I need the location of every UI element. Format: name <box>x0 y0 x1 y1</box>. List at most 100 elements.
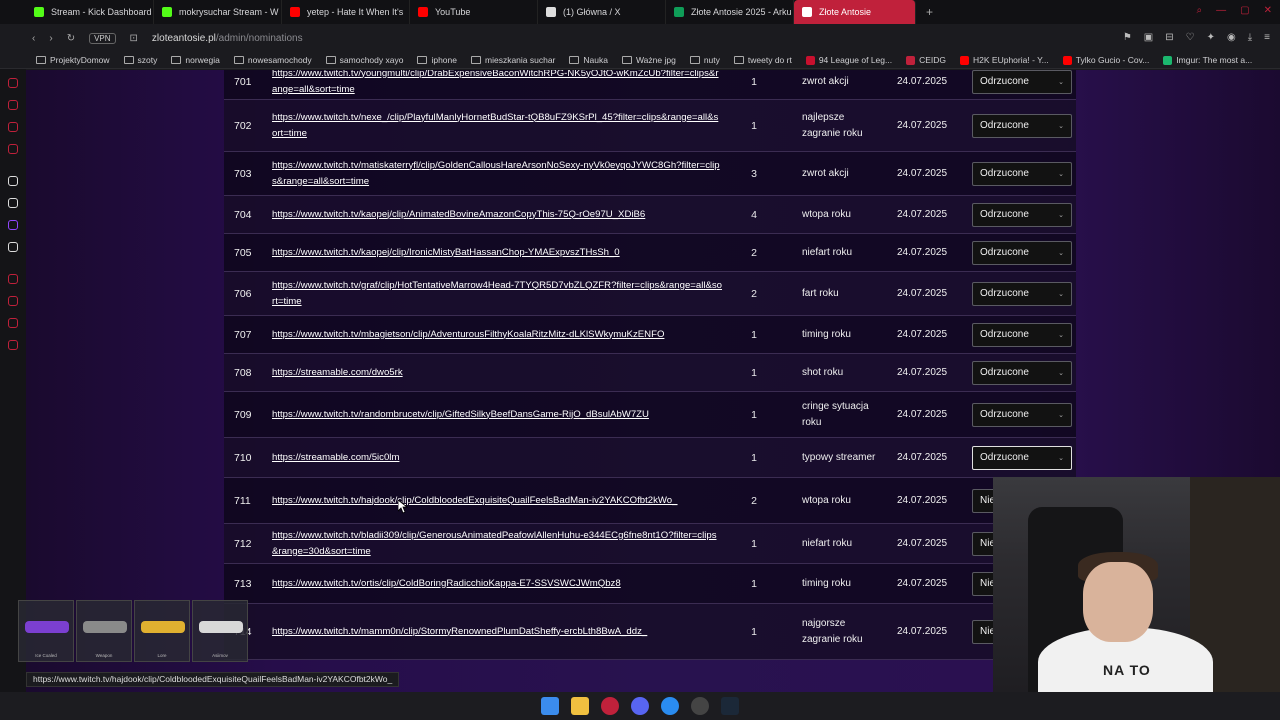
clip-link[interactable]: https://www.twitch.tv/bladii309/clip/Gen… <box>272 528 722 560</box>
clip-link[interactable]: https://www.twitch.tv/hajdook/clip/Coldb… <box>272 493 722 509</box>
status-select[interactable]: Odrzucone ⌄ <box>972 113 1072 138</box>
table-row: 708 https://streamable.com/dwo5rk 1 shot ro… <box>224 354 1076 392</box>
clip-link[interactable]: https://www.twitch.tv/mbagietson/clip/Ad… <box>272 327 722 343</box>
screenshot-icon[interactable]: ▣ <box>1144 32 1153 43</box>
status-select[interactable]: Odrzucone ⌄ <box>972 161 1072 186</box>
close-icon[interactable]: ✕ <box>1264 5 1272 16</box>
row-id: 704 <box>234 208 252 221</box>
obs-icon[interactable] <box>691 697 709 715</box>
category: niefart roku <box>802 537 853 549</box>
tab[interactable]: (1) Główna / X <box>538 0 666 24</box>
sidebar-icon[interactable] <box>8 122 18 132</box>
bookmark[interactable]: iphone <box>417 55 457 65</box>
menu-icon[interactable]: ≡ <box>1264 32 1270 43</box>
pin-icon[interactable]: ⊟ <box>1165 32 1173 43</box>
reload-icon[interactable]: ↻ <box>67 33 75 44</box>
minimize-icon[interactable]: — <box>1216 5 1226 16</box>
status-select[interactable]: Odrzucone ⌄ <box>972 70 1072 94</box>
bookmark[interactable]: samochody xayo <box>325 55 403 65</box>
category: timing roku <box>802 577 851 589</box>
search-icon[interactable]: ⌕ <box>1197 5 1203 16</box>
sidebar-icon[interactable] <box>8 144 18 154</box>
tab[interactable]: mokrysuchar Stream - W <box>154 0 282 24</box>
extensions-icon[interactable]: ✦ <box>1207 32 1215 43</box>
bookmark[interactable]: 94 League of Leg... <box>805 55 892 65</box>
forward-icon[interactable]: › <box>49 33 52 44</box>
sidebar-icon[interactable] <box>8 274 18 284</box>
votes-count: 1 <box>751 537 757 550</box>
clip-link[interactable]: https://www.twitch.tv/nexe_/clip/Playful… <box>272 110 722 142</box>
bookmark[interactable]: Ważne jpg <box>621 55 676 65</box>
status-select[interactable]: Odrzucone ⌄ <box>972 402 1072 427</box>
vpn-badge[interactable]: VPN <box>89 32 116 44</box>
skin-card: Asiimov <box>192 600 248 662</box>
clip-link[interactable]: https://www.twitch.tv/youngmulti/clip/Dr… <box>272 70 722 98</box>
maximize-icon[interactable]: ▢ <box>1240 5 1249 16</box>
clip-link[interactable]: https://www.twitch.tv/randombrucetv/clip… <box>272 407 722 423</box>
twitch-icon[interactable] <box>8 220 18 230</box>
back-icon[interactable]: ‹ <box>32 33 35 44</box>
status-select[interactable]: Odrzucone ⌄ <box>972 240 1072 265</box>
bookmark-icon[interactable]: ⚑ <box>1123 32 1132 43</box>
bookmark[interactable]: Tylko Gucio - Cov... <box>1062 55 1149 65</box>
bookmark[interactable]: szoty <box>123 55 157 65</box>
status-select[interactable]: Odrzucone ⌄ <box>972 322 1072 347</box>
download-icon[interactable]: ⤓ <box>1248 32 1252 43</box>
new-tab-button[interactable]: + <box>916 5 943 19</box>
table-row: 713 https://www.twitch.tv/ortis/clip/Cold… <box>224 564 1076 604</box>
clip-link[interactable]: https://www.twitch.tv/graf/clip/HotTenta… <box>272 278 722 310</box>
tab-active[interactable]: Złote Antosie <box>794 0 916 24</box>
status-label: Odrzucone <box>980 288 1029 299</box>
bookmark[interactable]: nuty <box>689 55 720 65</box>
sidebar-icon[interactable] <box>8 296 18 306</box>
clip-link[interactable]: https://streamable.com/dwo5rk <box>272 365 722 381</box>
category: zwrot akcji <box>802 75 849 87</box>
bookmark[interactable]: mieszkania suchar <box>471 55 555 65</box>
sidebar-icon[interactable] <box>8 198 18 208</box>
discord-icon[interactable] <box>631 697 649 715</box>
security-icon[interactable]: ⊡ <box>130 33 138 44</box>
x-icon[interactable] <box>8 242 18 252</box>
tab[interactable]: yetep - Hate It When It's <box>282 0 410 24</box>
status-select[interactable]: Odrzucone ⌄ <box>972 445 1072 470</box>
windows-start-icon[interactable] <box>541 697 559 715</box>
bookmark[interactable]: CEIDG <box>906 55 946 65</box>
browser-side-rail <box>0 0 26 692</box>
bookmark[interactable]: tweety do rt <box>733 55 792 65</box>
settings-icon[interactable] <box>8 340 18 350</box>
bookmark[interactable]: Imgur: The most a... <box>1163 55 1252 65</box>
bookmark[interactable]: ProjektyDomow <box>36 55 110 65</box>
status-select[interactable]: Odrzucone ⌄ <box>972 281 1072 306</box>
tab[interactable]: Złote Antosie 2025 - Arku <box>666 0 794 24</box>
clip-link[interactable]: https://www.twitch.tv/mamm0n/clip/Stormy… <box>272 624 722 640</box>
status-label: Odrzucone <box>980 209 1029 220</box>
date: 24.07.2025 <box>896 247 948 258</box>
opera-gx-icon[interactable] <box>601 697 619 715</box>
clip-link[interactable]: https://www.twitch.tv/kaopej/clip/Animat… <box>272 207 722 223</box>
table-row: 703 https://www.twitch.tv/matiskaterryfl/… <box>224 152 1076 196</box>
clip-link[interactable]: https://streamable.com/5ic0lm <box>272 450 722 466</box>
bookmark[interactable]: norwegia <box>171 55 220 65</box>
sidebar-icon[interactable] <box>8 100 18 110</box>
status-select[interactable]: Odrzucone ⌄ <box>972 360 1072 385</box>
folder-icon <box>233 56 244 64</box>
heart-icon[interactable]: ♡ <box>1186 32 1195 43</box>
status-select[interactable]: Odrzucone ⌄ <box>972 202 1072 227</box>
file-explorer-icon[interactable] <box>571 697 589 715</box>
clip-link[interactable]: https://www.twitch.tv/ortis/clip/ColdBor… <box>272 576 722 592</box>
bookmark[interactable]: H2K EUphoria! - Y... <box>960 55 1049 65</box>
clip-link[interactable]: https://www.twitch.tv/matiskaterryfl/cli… <box>272 158 722 190</box>
sidebar-icon[interactable] <box>8 318 18 328</box>
bookmark[interactable]: Nauka <box>569 55 608 65</box>
bookmark[interactable]: nowesamochody <box>233 55 312 65</box>
url-field[interactable]: zloteantosie.pl/admin/nominations <box>152 33 303 44</box>
votes-count: 2 <box>751 246 757 259</box>
messenger-icon[interactable] <box>661 697 679 715</box>
sidebar-icon[interactable] <box>8 176 18 186</box>
tab[interactable]: Stream - Kick Dashboard <box>26 0 154 24</box>
tab[interactable]: YouTube <box>410 0 538 24</box>
profile-icon[interactable]: ◉ <box>1227 32 1236 43</box>
clip-link[interactable]: https://www.twitch.tv/kaopej/clip/Ironic… <box>272 245 722 261</box>
steam-icon[interactable] <box>721 697 739 715</box>
sidebar-icon[interactable] <box>8 78 18 88</box>
